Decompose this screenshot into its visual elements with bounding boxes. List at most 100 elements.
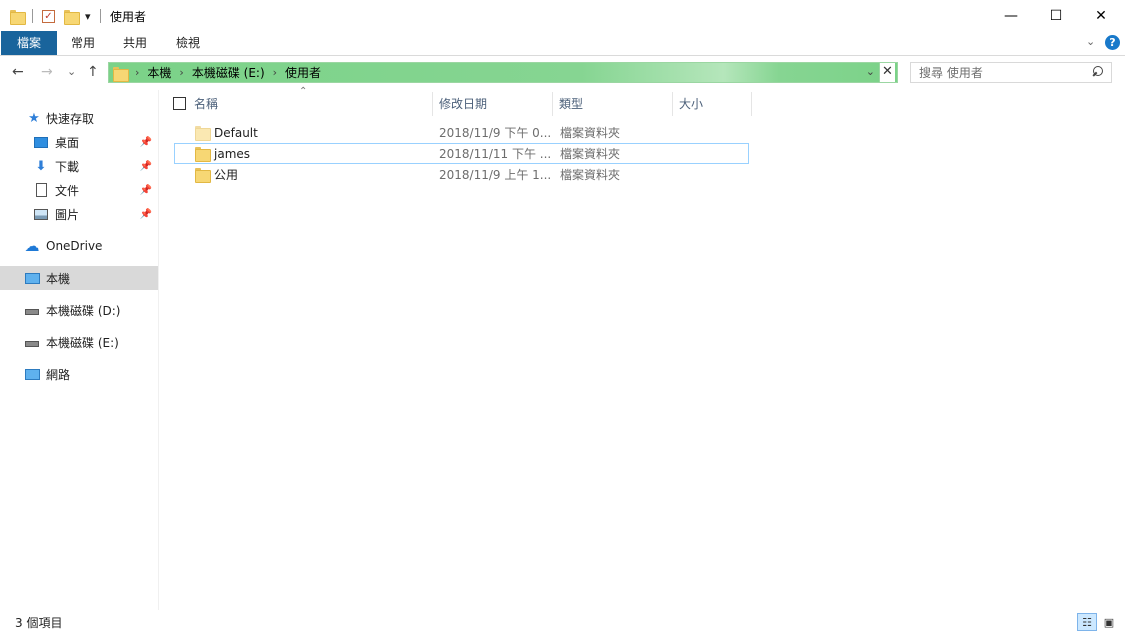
sidebar-item-label: 本機 (46, 271, 71, 286)
desktop-icon (33, 134, 49, 150)
forward-button[interactable]: → (41, 64, 53, 80)
window-title: 使用者 (110, 10, 147, 24)
folder-icon (113, 66, 129, 82)
file-type: 檔案資料夾 (560, 147, 621, 161)
quick-access-folder-icon[interactable] (10, 6, 26, 26)
title-separator (100, 6, 101, 26)
item-count: 3 個項目 (15, 616, 63, 630)
column-header-size[interactable]: 大小 (679, 92, 751, 116)
sidebar-item-onedrive[interactable]: ☁ OneDrive (0, 234, 158, 258)
breadcrumb-separator: › (179, 66, 184, 79)
sidebar-item-documents[interactable]: 文件 📌 (0, 178, 158, 202)
quick-access-separator (32, 6, 33, 26)
ribbon-tabs: 檔案 常用 共用 檢視 ⌄ ? (0, 31, 1125, 56)
folder-icon (195, 146, 211, 162)
search-icon[interactable] (1092, 66, 1103, 77)
properties-checkmark-icon[interactable]: ✓ (42, 6, 55, 26)
star-icon: ★ (28, 110, 40, 126)
file-row-default[interactable]: Default 2018/11/9 下午 0... 檔案資料夾 (174, 122, 749, 143)
file-row-james[interactable]: james 2018/11/11 下午 ... 檔案資料夾 (174, 143, 749, 164)
file-row-public[interactable]: 公用 2018/11/9 上午 1... 檔案資料夾 (174, 164, 749, 185)
tab-file[interactable]: 檔案 (1, 31, 57, 55)
breadcrumb-drive-e[interactable]: 本機磁碟 (E:) (192, 64, 265, 81)
file-name: 公用 (214, 168, 239, 182)
column-header-date-modified[interactable]: 修改日期 (439, 92, 552, 116)
document-icon (33, 182, 49, 198)
sidebar-item-this-pc[interactable]: 本機 (0, 266, 158, 290)
sidebar-item-drive-e[interactable]: 本機磁碟 (E:) (0, 330, 158, 354)
close-button[interactable]: ✕ (1078, 0, 1124, 31)
file-date-modified: 2018/11/11 下午 ... (439, 147, 552, 161)
folder-icon (195, 167, 211, 183)
breadcrumb-separator: › (272, 66, 278, 79)
sidebar-item-label: 圖片 (55, 207, 80, 222)
breadcrumb-this-pc[interactable]: 本機 (147, 64, 171, 81)
up-button[interactable]: ↑ (87, 64, 99, 80)
sidebar-item-downloads[interactable]: ⬇ 下載 📌 (0, 154, 158, 178)
sidebar-item-quick-access[interactable]: ★ 快速存取 (0, 106, 158, 130)
select-all-checkbox[interactable] (173, 97, 186, 110)
sidebar-item-label: 本機磁碟 (E:) (46, 335, 119, 350)
file-name: Default (214, 125, 258, 140)
search-box[interactable] (910, 62, 1112, 83)
cloud-icon: ☁ (24, 237, 40, 255)
computer-icon (24, 270, 40, 286)
column-divider[interactable] (751, 92, 752, 116)
drive-icon (24, 334, 40, 350)
sidebar-item-network[interactable]: 網路 (0, 362, 158, 386)
pictures-icon (33, 206, 49, 222)
drive-icon (24, 302, 40, 318)
sidebar-item-label: 下載 (55, 159, 80, 174)
expand-ribbon-icon[interactable]: ⌄ (1086, 35, 1095, 48)
download-icon: ⬇ (35, 158, 47, 174)
sidebar-item-desktop[interactable]: 桌面 📌 (0, 130, 158, 154)
pin-icon[interactable]: 📌 (140, 185, 152, 196)
status-bar: 3 個項目 ☷ ▣ (0, 610, 1125, 634)
file-list-view: ⌃ 名稱 修改日期 類型 大小 Default 2018/11/9 下午 0..… (160, 86, 1125, 610)
sidebar-item-label: 桌面 (55, 135, 80, 150)
network-icon (24, 366, 40, 382)
sidebar-item-label: 本機磁碟 (D:) (46, 303, 121, 318)
sidebar-item-pictures[interactable]: 圖片 📌 (0, 202, 158, 226)
details-view-icon[interactable]: ☷ (1077, 613, 1097, 631)
navigation-bar: ← → ⌄ ↑ › 本機 › 本機磁碟 (E:) › 使用者 ⌄ ✕ (0, 56, 1125, 90)
large-icons-view-icon[interactable]: ▣ (1099, 613, 1119, 631)
file-type: 檔案資料夾 (560, 126, 621, 140)
stop-loading-icon[interactable]: ✕ (879, 63, 895, 82)
breadcrumb-users[interactable]: 使用者 (285, 64, 321, 81)
maximize-button[interactable]: ☐ (1033, 0, 1079, 31)
tab-share[interactable]: 共用 (112, 31, 158, 55)
column-divider[interactable] (672, 92, 673, 116)
pin-icon[interactable]: 📌 (140, 137, 152, 148)
sidebar-item-label: 快速存取 (46, 111, 95, 126)
column-divider[interactable] (552, 92, 553, 116)
pin-icon[interactable]: 📌 (140, 161, 152, 172)
help-icon[interactable]: ? (1105, 35, 1120, 50)
tab-view[interactable]: 檢視 (165, 31, 211, 55)
file-date-modified: 2018/11/9 下午 0... (439, 126, 552, 140)
customize-toolbar-dropdown-icon[interactable]: ▾ (85, 6, 91, 26)
tab-home[interactable]: 常用 (60, 31, 106, 55)
navigation-pane: ★ 快速存取 桌面 📌 ⬇ 下載 📌 文件 📌 圖片 📌 ☁ OneDrive … (0, 90, 159, 610)
file-type: 檔案資料夾 (560, 168, 621, 182)
column-header-type[interactable]: 類型 (559, 92, 672, 116)
search-input[interactable] (911, 63, 1081, 82)
recent-locations-button[interactable]: ⌄ (67, 65, 76, 78)
breadcrumb-separator: › (135, 66, 140, 79)
folder-icon (195, 125, 211, 141)
sidebar-item-label: OneDrive (46, 239, 103, 253)
sidebar-item-label: 文件 (55, 183, 80, 198)
file-name: james (214, 146, 251, 161)
file-date-modified: 2018/11/9 上午 1... (439, 168, 552, 182)
minimize-button[interactable]: — (988, 0, 1034, 31)
column-header-name[interactable]: 名稱 (194, 92, 432, 116)
title-bar: ✓ ▾ 使用者 — ☐ ✕ (0, 0, 1125, 31)
address-history-dropdown-icon[interactable]: ⌄ (866, 65, 875, 78)
address-bar[interactable]: › 本機 › 本機磁碟 (E:) › 使用者 ⌄ ✕ (108, 62, 898, 83)
sidebar-item-label: 網路 (46, 367, 71, 382)
sidebar-item-drive-d[interactable]: 本機磁碟 (D:) (0, 298, 158, 322)
new-folder-icon[interactable] (64, 6, 80, 26)
back-button[interactable]: ← (12, 64, 24, 80)
pin-icon[interactable]: 📌 (140, 209, 152, 220)
column-divider[interactable] (432, 92, 433, 116)
